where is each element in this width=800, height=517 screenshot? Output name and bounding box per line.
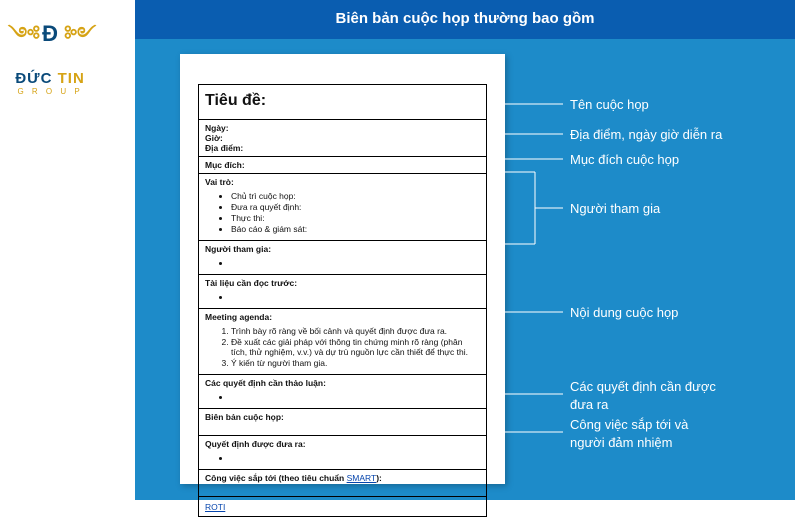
minutes-row: Biên bản cuộc họp: [198, 409, 487, 436]
title-row: Tiêu đề: [198, 85, 487, 120]
attendees-row: Người tham gia: [198, 241, 487, 275]
anno-nextwork: Công việc sắp tới và người đảm nhiệm [570, 416, 688, 451]
role-item: Chủ trì cuộc họp: [231, 190, 480, 201]
purpose-row: Mục đích: [198, 157, 487, 174]
logo-text-b: TIN [58, 70, 85, 87]
anno-purpose: Mục đích cuộc họp [570, 151, 679, 169]
minutes-label: Biên bản cuộc họp: [205, 412, 480, 422]
agenda-item: Ý kiến từ người tham gia. [231, 357, 480, 368]
brand-logo: ༺ Đ ༻ ĐỨC TIN G R O U P [8, 12, 92, 96]
place-label: Địa điểm: [205, 143, 480, 153]
discuss-label: Các quyết định cần thảo luận: [205, 378, 480, 388]
document-page: Tiêu đề: Ngày: Giờ: Địa điểm: Mục đích: … [180, 54, 505, 484]
agenda-item: Đề xuất các giải pháp với thông tin chứn… [231, 336, 480, 357]
attendees-label: Người tham gia: [205, 244, 480, 254]
time-label: Giờ: [205, 133, 480, 143]
empty-bullet [231, 257, 480, 268]
form-table: Tiêu đề: Ngày: Giờ: Địa điểm: Mục đích: … [198, 84, 487, 517]
preread-row: Tài liệu cần đọc trước: [198, 275, 487, 309]
stage: Tiêu đề: Ngày: Giờ: Địa điểm: Mục đích: … [135, 42, 795, 500]
roles-label: Vai trò: [205, 177, 480, 187]
agenda-item: Trình bày rõ ràng về bối cảnh và quyết đ… [231, 325, 480, 336]
agenda-list: Trình bày rõ ràng về bối cảnh và quyết đ… [231, 325, 480, 368]
anno-decisions: Các quyết định cần được đưa ra [570, 378, 716, 413]
preread-label: Tài liệu cần đọc trước: [205, 278, 480, 288]
roles-list: Chủ trì cuộc họp: Đưa ra quyết định: Thự… [231, 190, 480, 234]
anno-title: Tên cuộc họp [570, 96, 649, 114]
empty-bullet [231, 452, 480, 463]
nextwork-row: Công việc sắp tới (theo tiêu chuẩn SMART… [198, 470, 487, 497]
logo-subtitle: G R O U P [8, 87, 92, 96]
datetime-row: Ngày: Giờ: Địa điểm: [198, 120, 487, 157]
agenda-label: Meeting agenda: [205, 312, 480, 322]
agenda-row: Meeting agenda: Trình bày rõ ràng về bối… [198, 309, 487, 375]
next-label-b: ): [376, 473, 382, 483]
anno-datetime: Địa điểm, ngày giờ diễn ra [570, 126, 722, 144]
anno-agenda: Nội dung cuộc họp [570, 304, 678, 322]
annotations: Tên cuộc họp Địa điểm, ngày giờ diễn ra … [515, 54, 785, 484]
roti-row: ROTI [198, 497, 487, 517]
roti-link[interactable]: ROTI [205, 502, 225, 512]
role-item: Thực thi: [231, 212, 480, 223]
logo-name: ĐỨC TIN [8, 70, 92, 87]
decided-label: Quyết định được đưa ra: [205, 439, 480, 449]
main-panel: Biên bản cuộc họp thường bao gồm Tiêu đề… [135, 0, 795, 500]
discuss-row: Các quyết định cần thảo luận: [198, 375, 487, 409]
panel-header: Biên bản cuộc họp thường bao gồm [135, 0, 795, 39]
date-label: Ngày: [205, 123, 480, 133]
anno-people: Người tham gia [570, 200, 660, 218]
logo-text-a: ĐỨC [15, 70, 57, 87]
smart-link[interactable]: SMART [347, 473, 377, 483]
logo-emblem: ༺ Đ ༻ [8, 12, 92, 68]
roles-row: Vai trò: Chủ trì cuộc họp: Đưa ra quyết … [198, 174, 487, 241]
role-item: Báo cáo & giám sát: [231, 223, 480, 234]
empty-bullet [231, 291, 480, 302]
decided-row: Quyết định được đưa ra: [198, 436, 487, 470]
empty-bullet [231, 391, 480, 402]
next-label-a: Công việc sắp tới (theo tiêu chuẩn [205, 473, 347, 483]
role-item: Đưa ra quyết định: [231, 201, 480, 212]
